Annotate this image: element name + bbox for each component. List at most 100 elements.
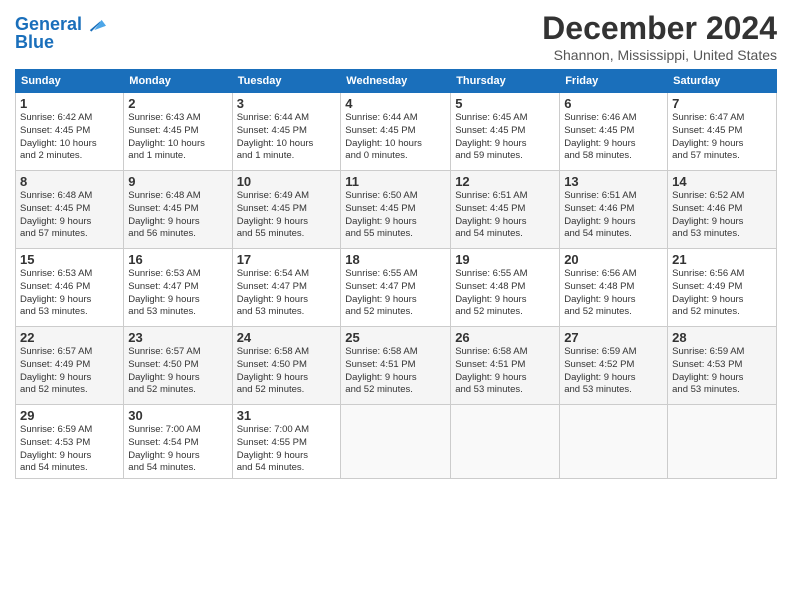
day-info: Sunrise: 6:43 AM Sunset: 4:45 PM Dayligh… <box>128 112 227 163</box>
calendar-cell-day-17: 17Sunrise: 6:54 AM Sunset: 4:47 PM Dayli… <box>232 249 341 327</box>
day-number: 11 <box>345 174 446 189</box>
day-info: Sunrise: 6:59 AM Sunset: 4:52 PM Dayligh… <box>564 346 663 397</box>
day-info: Sunrise: 6:55 AM Sunset: 4:48 PM Dayligh… <box>455 268 555 319</box>
day-number: 29 <box>20 408 119 423</box>
calendar-cell-day-2: 2Sunrise: 6:43 AM Sunset: 4:45 PM Daylig… <box>124 93 232 171</box>
day-number: 25 <box>345 330 446 345</box>
day-number: 30 <box>128 408 227 423</box>
day-info: Sunrise: 6:46 AM Sunset: 4:45 PM Dayligh… <box>564 112 663 163</box>
day-number: 4 <box>345 96 446 111</box>
day-number: 5 <box>455 96 555 111</box>
calendar-cell-day-11: 11Sunrise: 6:50 AM Sunset: 4:45 PM Dayli… <box>341 171 451 249</box>
calendar-cell-day-6: 6Sunrise: 6:46 AM Sunset: 4:45 PM Daylig… <box>560 93 668 171</box>
calendar-cell-day-13: 13Sunrise: 6:51 AM Sunset: 4:46 PM Dayli… <box>560 171 668 249</box>
day-number: 26 <box>455 330 555 345</box>
day-info: Sunrise: 6:57 AM Sunset: 4:50 PM Dayligh… <box>128 346 227 397</box>
day-number: 28 <box>672 330 772 345</box>
page-container: General Blue December 2024 Shannon, Miss… <box>0 0 792 489</box>
calendar-header-row: SundayMondayTuesdayWednesdayThursdayFrid… <box>16 70 777 93</box>
day-info: Sunrise: 6:58 AM Sunset: 4:50 PM Dayligh… <box>237 346 337 397</box>
month-title: December 2024 <box>542 10 777 47</box>
calendar-cell-day-24: 24Sunrise: 6:58 AM Sunset: 4:50 PM Dayli… <box>232 327 341 405</box>
day-info: Sunrise: 6:51 AM Sunset: 4:45 PM Dayligh… <box>455 190 555 241</box>
day-number: 20 <box>564 252 663 267</box>
day-number: 2 <box>128 96 227 111</box>
calendar-cell-day-26: 26Sunrise: 6:58 AM Sunset: 4:51 PM Dayli… <box>451 327 560 405</box>
calendar-cell-day-5: 5Sunrise: 6:45 AM Sunset: 4:45 PM Daylig… <box>451 93 560 171</box>
day-info: Sunrise: 7:00 AM Sunset: 4:54 PM Dayligh… <box>128 424 227 475</box>
day-info: Sunrise: 6:57 AM Sunset: 4:49 PM Dayligh… <box>20 346 119 397</box>
day-info: Sunrise: 6:58 AM Sunset: 4:51 PM Dayligh… <box>455 346 555 397</box>
day-info: Sunrise: 6:56 AM Sunset: 4:49 PM Dayligh… <box>672 268 772 319</box>
day-info: Sunrise: 6:47 AM Sunset: 4:45 PM Dayligh… <box>672 112 772 163</box>
day-info: Sunrise: 6:58 AM Sunset: 4:51 PM Dayligh… <box>345 346 446 397</box>
day-header-thursday: Thursday <box>451 70 560 93</box>
day-number: 27 <box>564 330 663 345</box>
calendar-cell-day-27: 27Sunrise: 6:59 AM Sunset: 4:52 PM Dayli… <box>560 327 668 405</box>
day-number: 1 <box>20 96 119 111</box>
calendar-cell-day-10: 10Sunrise: 6:49 AM Sunset: 4:45 PM Dayli… <box>232 171 341 249</box>
calendar-cell-day-7: 7Sunrise: 6:47 AM Sunset: 4:45 PM Daylig… <box>668 93 777 171</box>
day-info: Sunrise: 6:49 AM Sunset: 4:45 PM Dayligh… <box>237 190 337 241</box>
calendar-week-row: 22Sunrise: 6:57 AM Sunset: 4:49 PM Dayli… <box>16 327 777 405</box>
day-info: Sunrise: 6:42 AM Sunset: 4:45 PM Dayligh… <box>20 112 119 163</box>
day-info: Sunrise: 6:54 AM Sunset: 4:47 PM Dayligh… <box>237 268 337 319</box>
calendar-cell-day-31: 31Sunrise: 7:00 AM Sunset: 4:55 PM Dayli… <box>232 405 341 479</box>
day-number: 8 <box>20 174 119 189</box>
day-info: Sunrise: 6:44 AM Sunset: 4:45 PM Dayligh… <box>345 112 446 163</box>
calendar-cell-day-28: 28Sunrise: 6:59 AM Sunset: 4:53 PM Dayli… <box>668 327 777 405</box>
calendar-cell-day-25: 25Sunrise: 6:58 AM Sunset: 4:51 PM Dayli… <box>341 327 451 405</box>
day-number: 7 <box>672 96 772 111</box>
empty-cell <box>668 405 777 479</box>
calendar-week-row: 8Sunrise: 6:48 AM Sunset: 4:45 PM Daylig… <box>16 171 777 249</box>
day-info: Sunrise: 6:59 AM Sunset: 4:53 PM Dayligh… <box>20 424 119 475</box>
day-header-tuesday: Tuesday <box>232 70 341 93</box>
logo: General Blue <box>15 14 106 53</box>
calendar-cell-day-14: 14Sunrise: 6:52 AM Sunset: 4:46 PM Dayli… <box>668 171 777 249</box>
calendar-cell-day-15: 15Sunrise: 6:53 AM Sunset: 4:46 PM Dayli… <box>16 249 124 327</box>
day-number: 17 <box>237 252 337 267</box>
calendar-cell-day-19: 19Sunrise: 6:55 AM Sunset: 4:48 PM Dayli… <box>451 249 560 327</box>
calendar-cell-day-21: 21Sunrise: 6:56 AM Sunset: 4:49 PM Dayli… <box>668 249 777 327</box>
title-section: December 2024 Shannon, Mississippi, Unit… <box>542 10 777 63</box>
day-info: Sunrise: 6:44 AM Sunset: 4:45 PM Dayligh… <box>237 112 337 163</box>
calendar-cell-day-16: 16Sunrise: 6:53 AM Sunset: 4:47 PM Dayli… <box>124 249 232 327</box>
day-number: 9 <box>128 174 227 189</box>
day-number: 19 <box>455 252 555 267</box>
day-info: Sunrise: 6:56 AM Sunset: 4:48 PM Dayligh… <box>564 268 663 319</box>
calendar-cell-day-3: 3Sunrise: 6:44 AM Sunset: 4:45 PM Daylig… <box>232 93 341 171</box>
logo-icon <box>84 14 106 36</box>
calendar-cell-day-29: 29Sunrise: 6:59 AM Sunset: 4:53 PM Dayli… <box>16 405 124 479</box>
day-number: 21 <box>672 252 772 267</box>
calendar-cell-day-8: 8Sunrise: 6:48 AM Sunset: 4:45 PM Daylig… <box>16 171 124 249</box>
empty-cell <box>451 405 560 479</box>
calendar-week-row: 29Sunrise: 6:59 AM Sunset: 4:53 PM Dayli… <box>16 405 777 479</box>
empty-cell <box>341 405 451 479</box>
day-info: Sunrise: 6:48 AM Sunset: 4:45 PM Dayligh… <box>20 190 119 241</box>
day-number: 6 <box>564 96 663 111</box>
day-number: 13 <box>564 174 663 189</box>
day-info: Sunrise: 6:52 AM Sunset: 4:46 PM Dayligh… <box>672 190 772 241</box>
day-number: 14 <box>672 174 772 189</box>
day-info: Sunrise: 6:45 AM Sunset: 4:45 PM Dayligh… <box>455 112 555 163</box>
day-header-friday: Friday <box>560 70 668 93</box>
day-info: Sunrise: 6:53 AM Sunset: 4:46 PM Dayligh… <box>20 268 119 319</box>
calendar-week-row: 1Sunrise: 6:42 AM Sunset: 4:45 PM Daylig… <box>16 93 777 171</box>
day-info: Sunrise: 6:53 AM Sunset: 4:47 PM Dayligh… <box>128 268 227 319</box>
calendar-cell-day-4: 4Sunrise: 6:44 AM Sunset: 4:45 PM Daylig… <box>341 93 451 171</box>
calendar-cell-day-1: 1Sunrise: 6:42 AM Sunset: 4:45 PM Daylig… <box>16 93 124 171</box>
day-info: Sunrise: 6:51 AM Sunset: 4:46 PM Dayligh… <box>564 190 663 241</box>
calendar-cell-day-18: 18Sunrise: 6:55 AM Sunset: 4:47 PM Dayli… <box>341 249 451 327</box>
day-info: Sunrise: 6:50 AM Sunset: 4:45 PM Dayligh… <box>345 190 446 241</box>
header: General Blue December 2024 Shannon, Miss… <box>15 10 777 63</box>
day-number: 22 <box>20 330 119 345</box>
day-number: 16 <box>128 252 227 267</box>
day-info: Sunrise: 6:59 AM Sunset: 4:53 PM Dayligh… <box>672 346 772 397</box>
day-number: 3 <box>237 96 337 111</box>
day-number: 23 <box>128 330 227 345</box>
day-number: 15 <box>20 252 119 267</box>
calendar-week-row: 15Sunrise: 6:53 AM Sunset: 4:46 PM Dayli… <box>16 249 777 327</box>
day-number: 10 <box>237 174 337 189</box>
day-header-wednesday: Wednesday <box>341 70 451 93</box>
day-number: 31 <box>237 408 337 423</box>
